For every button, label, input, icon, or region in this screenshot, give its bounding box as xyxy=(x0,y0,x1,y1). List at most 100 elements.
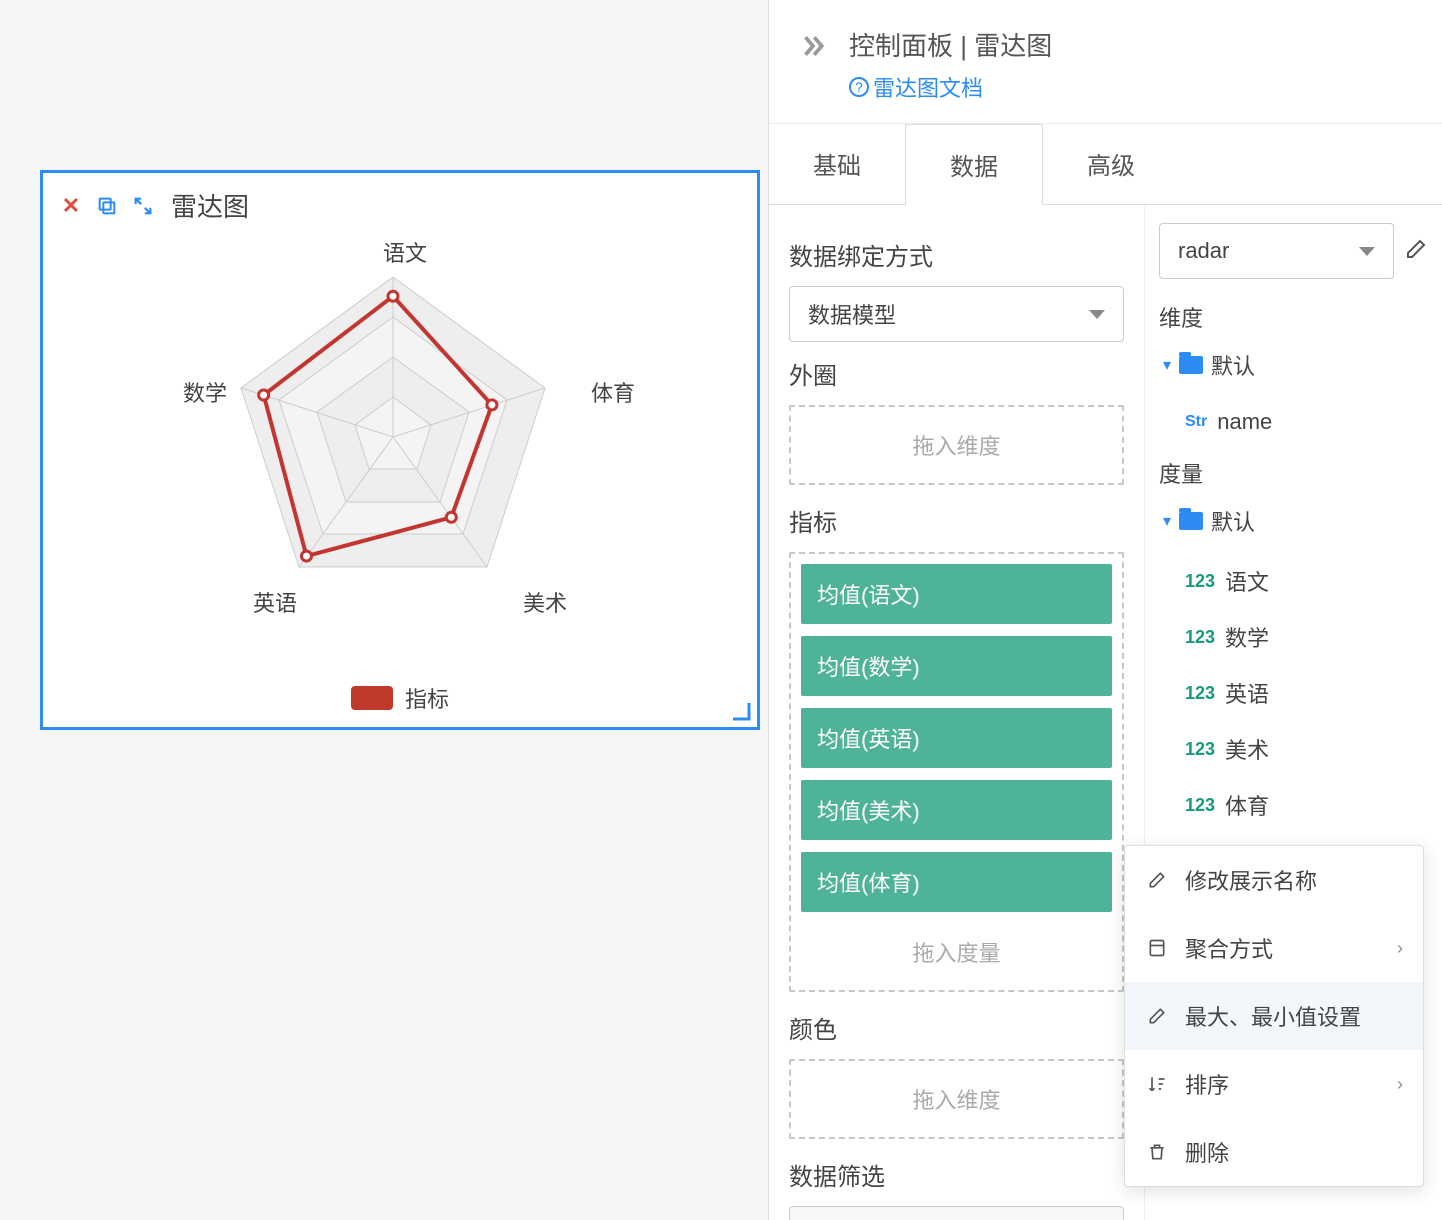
chart-legend: 指标 xyxy=(43,682,757,714)
edit-model-icon[interactable] xyxy=(1404,237,1428,266)
context-menu: 修改展示名称聚合方式 › 最大、最小值设置排序 › 删除 xyxy=(1124,845,1424,1187)
menu-item[interactable]: 排序 › xyxy=(1125,1050,1423,1118)
chevron-right-icon: › xyxy=(1397,1074,1403,1095)
menu-item[interactable]: 最大、最小值设置 xyxy=(1125,982,1423,1050)
chevron-right-icon: › xyxy=(1397,938,1403,959)
folder-icon xyxy=(1179,512,1203,530)
axis-label: 体育 xyxy=(591,376,635,408)
menu-item-label: 最大、最小值设置 xyxy=(1185,1000,1361,1032)
chart-title: 雷达图 xyxy=(171,187,249,224)
tab-data[interactable]: 数据 xyxy=(905,124,1043,205)
resize-handle[interactable] xyxy=(731,701,751,721)
calc-icon xyxy=(1145,938,1169,958)
canvas-area: ✕ 雷达图 xyxy=(0,0,768,1220)
chart-card-header: ✕ 雷达图 xyxy=(43,173,757,238)
control-panel: 控制面板 | 雷达图 ? 雷达图文档 基础 数据 高级 数据绑定方式 数据模型 … xyxy=(768,0,1442,1220)
binding-mode-value: 数据模型 xyxy=(808,298,896,330)
tab-advanced[interactable]: 高级 xyxy=(1043,124,1179,204)
measure-field[interactable]: 123语文 xyxy=(1159,553,1428,609)
measure-field[interactable]: 123 英语 xyxy=(1159,665,1428,721)
metric-tag[interactable]: 均值(美术) xyxy=(801,780,1112,840)
metric-tag[interactable]: 均值(数学) xyxy=(801,636,1112,696)
close-icon[interactable]: ✕ xyxy=(59,194,83,218)
model-select-value: radar xyxy=(1178,238,1229,264)
folder-label: 默认 xyxy=(1211,505,1255,537)
menu-item-label: 删除 xyxy=(1185,1136,1229,1168)
chart-body: 语文 体育 美术 英语 数学 xyxy=(43,238,757,678)
dimension-header: 维度 xyxy=(1159,301,1428,333)
type-badge-num: 123 xyxy=(1185,795,1215,816)
chevron-down-icon: ▾ xyxy=(1163,511,1171,531)
filter-label: 数据筛选 xyxy=(789,1157,1124,1192)
measure-field[interactable]: 123 数学 xyxy=(1159,609,1428,665)
model-select[interactable]: radar xyxy=(1159,223,1394,279)
chart-card[interactable]: ✕ 雷达图 xyxy=(40,170,760,730)
metrics-dropzone[interactable]: 均值(语文) 均值(数学) 均值(英语) 均值(美术) 均值(体育) 拖入度量 xyxy=(789,552,1124,992)
binding-mode-label: 数据绑定方式 xyxy=(789,237,1124,272)
menu-item-label: 排序 xyxy=(1185,1068,1229,1100)
field-name: 数学 xyxy=(1225,621,1269,653)
dimension-folder[interactable]: ▾ 默认 xyxy=(1163,349,1428,381)
measure-folder[interactable]: ▾ 默认 xyxy=(1163,505,1428,537)
outer-ring-dropzone[interactable]: 拖入维度 xyxy=(789,405,1124,485)
field-name: 体育 xyxy=(1225,789,1269,821)
chevron-down-icon xyxy=(1359,247,1375,256)
legend-swatch xyxy=(351,686,393,710)
axis-label: 英语 xyxy=(253,586,297,618)
folder-label: 默认 xyxy=(1211,349,1255,381)
outer-ring-label: 外圈 xyxy=(789,356,1124,391)
chevron-down-icon: ▾ xyxy=(1163,355,1171,375)
panel-tabs: 基础 数据 高级 xyxy=(769,124,1442,205)
trash-icon xyxy=(1145,1142,1169,1162)
doc-link[interactable]: ? 雷达图文档 xyxy=(849,71,1052,103)
axis-label: 美术 xyxy=(523,586,567,618)
binding-mode-select[interactable]: 数据模型 xyxy=(789,286,1124,342)
type-badge-num: 123 xyxy=(1185,571,1215,592)
color-placeholder: 拖入维度 xyxy=(801,1071,1112,1127)
dimension-field[interactable]: Str name xyxy=(1159,397,1428,447)
color-label: 颜色 xyxy=(789,1010,1124,1045)
tab-basic[interactable]: 基础 xyxy=(769,124,905,204)
measure-header: 度量 xyxy=(1159,457,1428,489)
metric-tag[interactable]: 均值(体育) xyxy=(801,852,1112,912)
fields-column: radar 维度 ▾ 默认 Str name 度量 ▾ 默 xyxy=(1145,205,1442,1220)
copy-icon[interactable] xyxy=(95,194,119,218)
menu-item[interactable]: 修改展示名称 xyxy=(1125,846,1423,914)
radar-chart xyxy=(183,232,603,632)
type-badge-num: 123 xyxy=(1185,683,1215,704)
filter-button[interactable]: 数据筛选器(0个) xyxy=(789,1206,1124,1220)
metric-tag[interactable]: 均值(英语) xyxy=(801,708,1112,768)
folder-icon xyxy=(1179,356,1203,374)
collapse-panel-icon[interactable] xyxy=(793,26,833,66)
sort-icon xyxy=(1145,1074,1169,1094)
field-name: name xyxy=(1217,409,1272,435)
type-badge-num: 123 xyxy=(1185,739,1215,760)
menu-item[interactable]: 聚合方式 › xyxy=(1125,914,1423,982)
metrics-label: 指标 xyxy=(789,503,1124,538)
edit-icon xyxy=(1145,1006,1169,1026)
doc-link-text: 雷达图文档 xyxy=(873,71,983,103)
color-dropzone[interactable]: 拖入维度 xyxy=(789,1059,1124,1139)
menu-item-label: 修改展示名称 xyxy=(1185,864,1317,896)
metric-tag[interactable]: 均值(语文) xyxy=(801,564,1112,624)
filter-button-text: 数据筛选器(0个) xyxy=(885,1217,1058,1220)
chevron-down-icon xyxy=(1089,310,1105,319)
panel-header: 控制面板 | 雷达图 ? 雷达图文档 xyxy=(769,0,1442,124)
panel-title: 控制面板 | 雷达图 xyxy=(849,26,1052,63)
measure-field[interactable]: 123 体育 xyxy=(1159,777,1428,833)
outer-ring-placeholder: 拖入维度 xyxy=(801,417,1112,473)
axis-label: 数学 xyxy=(183,376,227,408)
measure-field[interactable]: 123 美术 xyxy=(1159,721,1428,777)
type-badge-str: Str xyxy=(1185,413,1207,431)
menu-item[interactable]: 删除 xyxy=(1125,1118,1423,1186)
metrics-placeholder: 拖入度量 xyxy=(801,924,1112,980)
expand-icon[interactable] xyxy=(131,194,155,218)
axis-label: 语文 xyxy=(383,236,427,268)
menu-item-label: 聚合方式 xyxy=(1185,932,1273,964)
field-name: 英语 xyxy=(1225,677,1269,709)
type-badge-num: 123 xyxy=(1185,627,1215,648)
edit-icon xyxy=(1145,870,1169,890)
field-name: 美术 xyxy=(1225,733,1269,765)
help-icon: ? xyxy=(849,77,869,97)
binding-column: 数据绑定方式 数据模型 外圈 拖入维度 指标 均值(语文) 均值(数学) 均值(… xyxy=(769,205,1145,1220)
